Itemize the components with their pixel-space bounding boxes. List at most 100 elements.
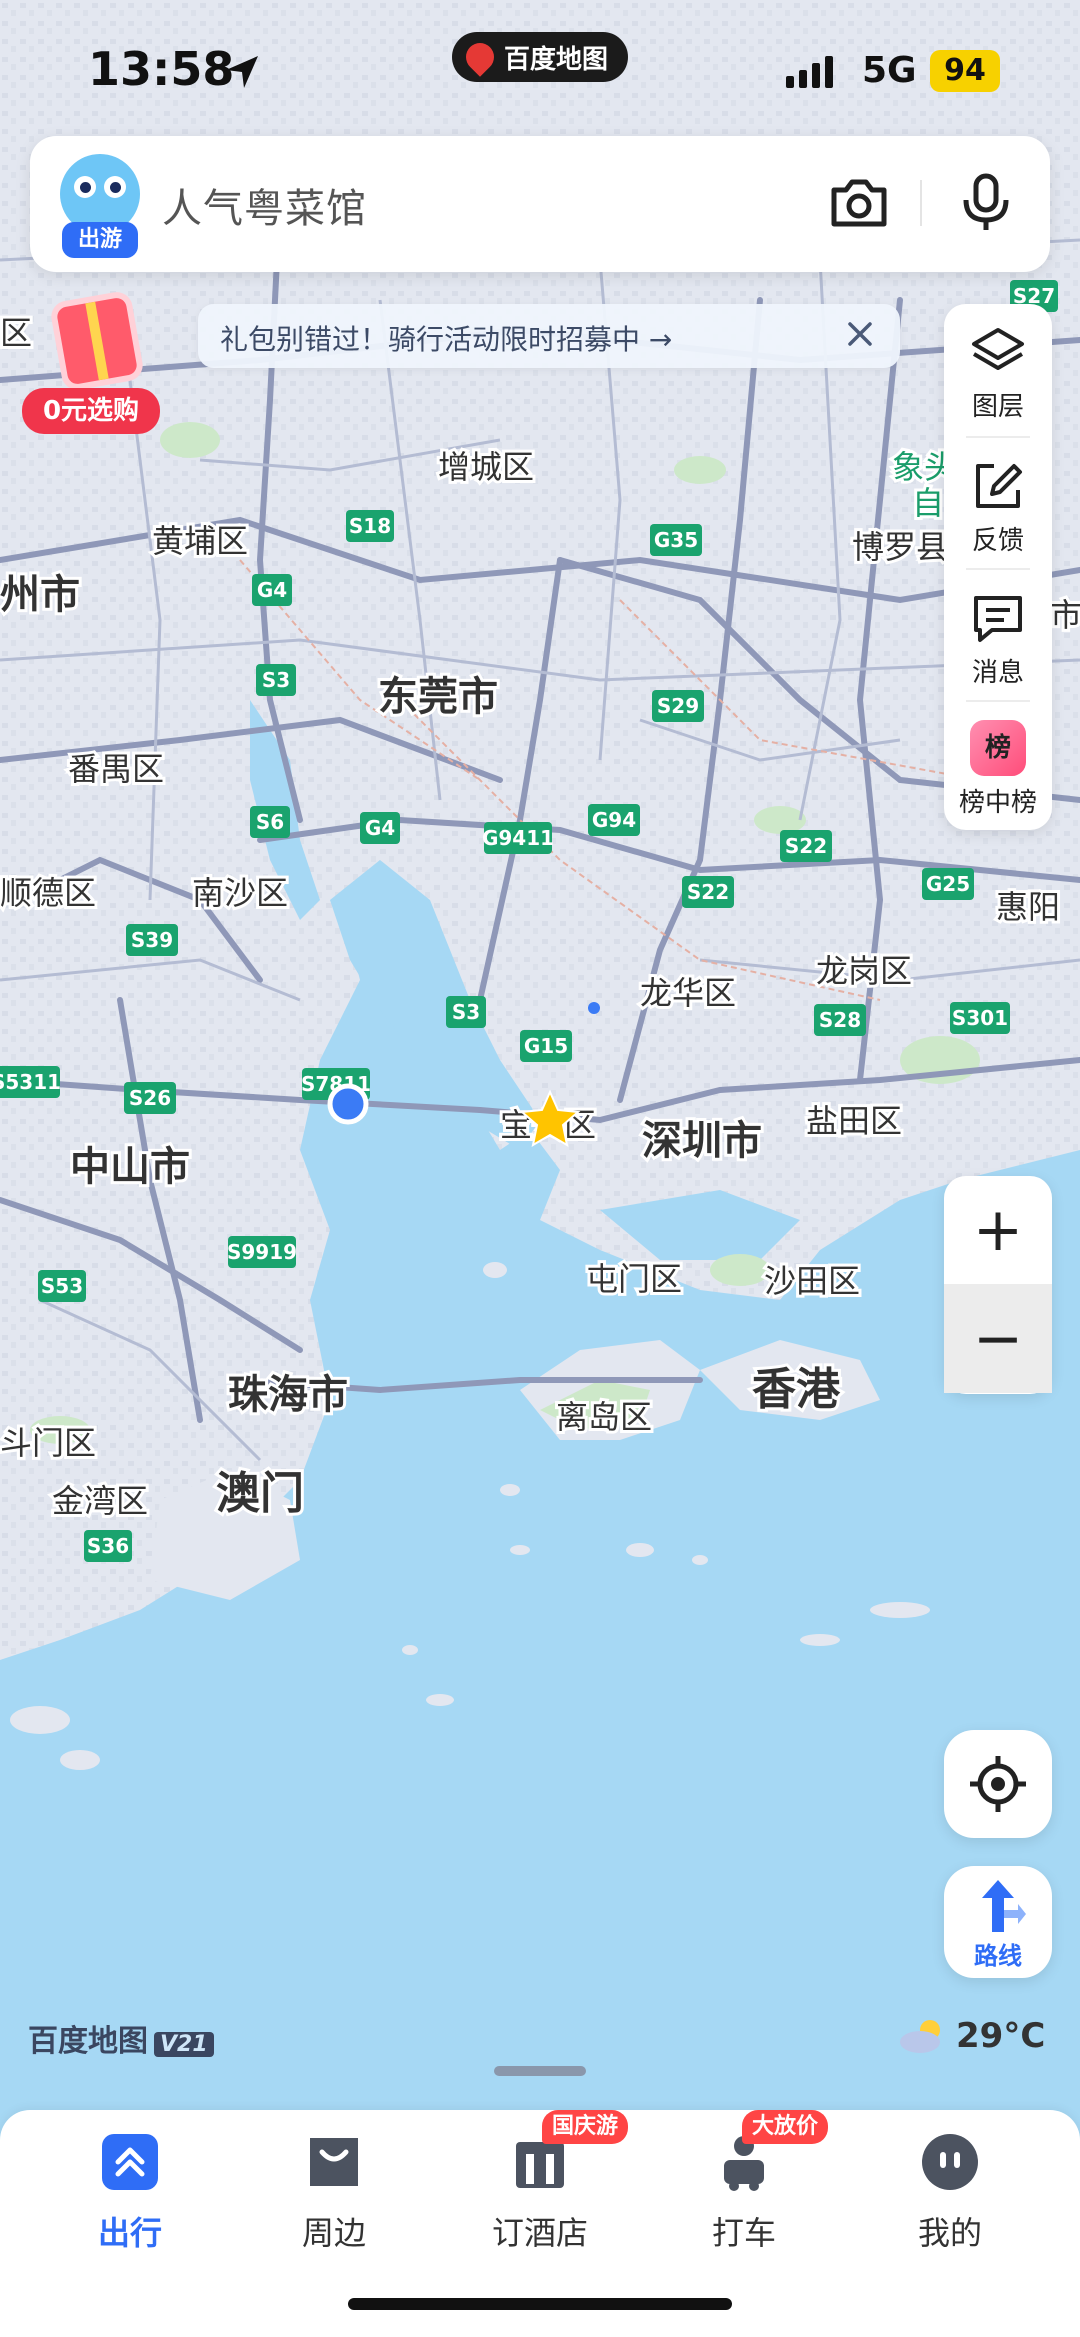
shield-s29: S29 (652, 690, 704, 722)
close-icon[interactable] (842, 316, 878, 352)
signal-icon (786, 54, 833, 88)
layers-button[interactable]: 图层 (944, 304, 1052, 434)
shield-s39: S39 (126, 924, 178, 956)
location-arrow-icon (226, 56, 258, 88)
place-label: 东莞市 (378, 674, 498, 720)
svg-text:G4: G4 (257, 578, 287, 602)
place-label: 顺德区 (0, 874, 96, 912)
promo-tag[interactable]: 0元选购 (22, 388, 160, 434)
logo-version: V21 (154, 2032, 214, 2057)
place-label: 龙华区 (640, 974, 736, 1012)
tab-profile[interactable]: 我的 (850, 2110, 1050, 2300)
status-bar: 13:58 百度地图 5G 94 (0, 0, 1080, 140)
svg-text:G4: G4 (365, 816, 395, 840)
place-label: 中山市 (70, 1144, 190, 1190)
place-label: 屯门区 (586, 1260, 682, 1298)
locate-me-button[interactable] (944, 1730, 1052, 1838)
messages-button[interactable]: 消息 (944, 570, 1052, 700)
app-indicator-pill[interactable]: 百度地图 (452, 32, 628, 82)
edit-icon (976, 464, 1022, 508)
feedback-button[interactable]: 反馈 (944, 438, 1052, 568)
svg-text:S26: S26 (129, 1086, 171, 1110)
tab-hotel-label: 订酒店 (491, 2214, 588, 2252)
place-label: 龙岗区 (816, 952, 912, 990)
svg-text:S3: S3 (262, 668, 290, 692)
ranking-icon: 榜 (970, 720, 1026, 776)
status-time: 13:58 (88, 42, 235, 96)
shield-s6: S6 (250, 806, 290, 838)
tab-nearby[interactable]: 周边 (234, 2110, 434, 2300)
place-label: 增城区 (438, 448, 534, 486)
shield-s18: S18 (346, 510, 394, 542)
tab-taxi[interactable]: 大放价 打车 (644, 2110, 844, 2300)
shield-s5311: S5311 (0, 1066, 61, 1098)
svg-text:G9411: G9411 (482, 826, 554, 850)
svg-text:G25: G25 (926, 872, 970, 896)
svg-text:S53: S53 (41, 1274, 83, 1298)
place-label: 自 (912, 484, 944, 522)
place-label: 州市 (0, 572, 80, 618)
search-bar[interactable]: 出游 人气粤菜馆 (30, 136, 1050, 272)
shield-g4: G4 (360, 812, 400, 844)
tab-hotel[interactable]: 国庆游 订酒店 (440, 2110, 640, 2300)
network-type: 5G (862, 50, 917, 91)
route-arrow-icon (982, 1880, 1026, 1932)
svg-text:S3: S3 (452, 1000, 480, 1024)
route-label: 路线 (974, 1942, 1022, 1970)
place-label: 南沙区 (192, 874, 288, 912)
search-divider (920, 180, 922, 226)
tab-travel[interactable]: 出行 (30, 2110, 230, 2300)
gift-box-icon (55, 296, 139, 386)
promo-banner-text[interactable]: 礼包别错过！骑行活动限时招募中 → (220, 318, 672, 358)
svg-text:S22: S22 (785, 834, 827, 858)
poi-dot[interactable] (588, 1002, 600, 1014)
shield-s36: S36 (84, 1530, 132, 1562)
weather-widget[interactable]: 29°C (898, 2012, 1058, 2058)
search-input[interactable]: 人气粤菜馆 (162, 176, 367, 234)
mascot-tag[interactable]: 出游 (62, 222, 138, 258)
ranking-button[interactable]: 榜 榜中榜 (944, 702, 1052, 832)
svg-text:S39: S39 (131, 928, 173, 952)
place-label: 惠阳 (996, 888, 1060, 926)
travel-icon (102, 2134, 158, 2190)
svg-text:G35: G35 (654, 528, 698, 552)
shield-s9919: S9919 (227, 1236, 297, 1268)
shield-s28: S28 (814, 1004, 866, 1036)
shield-g94: G94 (588, 804, 640, 836)
zoom-out-button[interactable]: − (944, 1285, 1052, 1394)
place-label: 沙田区 (764, 1262, 860, 1300)
shield-g4: G4 (252, 574, 292, 606)
current-location-marker[interactable] (327, 1083, 369, 1125)
zoom-in-button[interactable]: + (944, 1176, 1052, 1285)
place-label: 黄埔区 (152, 522, 248, 560)
svg-text:S22: S22 (687, 880, 729, 904)
place-label: 盐田区 (806, 1102, 902, 1140)
place-label: 深圳市 (642, 1118, 762, 1164)
taxi-badge: 大放价 (742, 2110, 829, 2144)
map-pin-icon (460, 37, 500, 77)
camera-icon[interactable] (828, 174, 890, 232)
promo-gift-widget[interactable]: 0元选购 (22, 290, 162, 436)
shield-s3: S3 (256, 664, 296, 696)
promo-banner[interactable]: 礼包别错过！骑行活动限时招募中 → (198, 304, 900, 368)
svg-text:G15: G15 (524, 1034, 568, 1058)
partly-cloudy-icon (900, 2020, 940, 2053)
svg-text:S29: S29 (657, 694, 699, 718)
place-label: 市 (1050, 596, 1080, 634)
drawer-handle[interactable] (494, 2066, 586, 2076)
hotel-badge: 国庆游 (542, 2110, 629, 2144)
shield-s26: S26 (124, 1082, 176, 1114)
shield-g9411: G9411 (482, 822, 554, 854)
route-button[interactable]: 路线 (944, 1866, 1052, 1978)
logo-text: 百度地图 (28, 2024, 148, 2059)
svg-text:S36: S36 (87, 1534, 129, 1558)
ranking-label: 榜中榜 (958, 788, 1037, 818)
microphone-icon[interactable] (958, 172, 1014, 234)
zoom-control: + − (944, 1176, 1052, 1394)
temperature: 29°C (956, 2016, 1046, 2056)
place-label: 金湾区 (52, 1482, 148, 1520)
map-logo: 百度地图 V21 (28, 2016, 214, 2060)
place-label: 珠海市 (228, 1372, 348, 1418)
messages-label: 消息 (971, 658, 1024, 688)
shield-g25: G25 (922, 868, 974, 900)
